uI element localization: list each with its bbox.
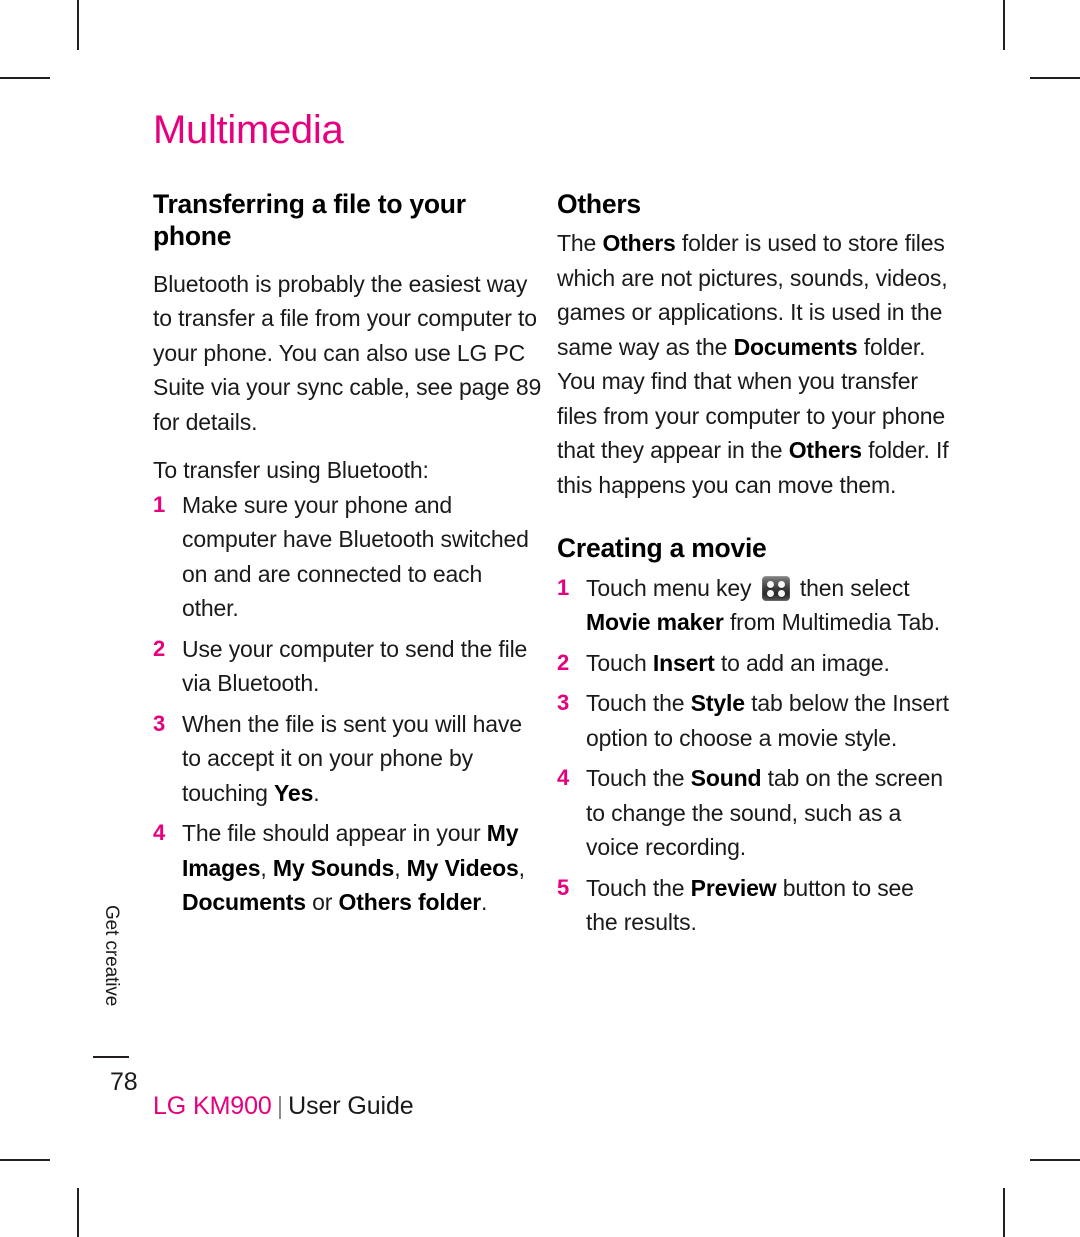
list-item: 3 Touch the Style tab below the Insert op… <box>557 686 949 755</box>
crop-mark-top-left-vertical <box>77 0 79 50</box>
body-text: The file should appear in your <box>182 820 487 847</box>
footer-separator: | <box>276 1092 284 1120</box>
body-text: Make sure your phone and computer have B… <box>182 491 529 622</box>
list-item: 2 Use your computer to send the file via … <box>153 632 545 701</box>
emphasis-text: My Videos <box>406 854 519 881</box>
list-item: 1 Touch menu key then select Movie maker … <box>557 571 949 640</box>
step-number: 3 <box>153 710 166 736</box>
lead-in-text: To transfer using Bluetooth: <box>153 457 429 484</box>
crop-mark-bottom-left-horizontal <box>0 1159 50 1161</box>
body-text: Touch menu key <box>586 574 758 601</box>
list-item: 3 When the file is sent you will have to … <box>153 707 545 811</box>
body-text: The <box>557 230 603 257</box>
creating-movie-steps-list: 1 Touch menu key then select Movie maker … <box>557 571 949 940</box>
list-item: 1 Make sure your phone and computer have … <box>153 488 545 626</box>
others-paragraph: The Others folder is used to store files… <box>557 226 949 502</box>
page-number: 78 <box>110 1068 138 1096</box>
section-heading-others: Others <box>557 189 641 219</box>
step-number: 1 <box>557 574 570 600</box>
side-rule-divider <box>93 1056 129 1058</box>
emphasis-text: My Sounds <box>272 854 395 881</box>
emphasis-text: Documents <box>733 333 858 360</box>
body-text: from Multimedia Tab. <box>723 609 940 636</box>
body-text: Touch the <box>586 874 691 901</box>
footer-doc-type: User Guide <box>288 1092 414 1120</box>
user-guide-page: Multimedia Transferring a file to your p… <box>0 0 1080 1237</box>
body-text: to add an image. <box>714 649 890 676</box>
crop-mark-top-left-horizontal <box>0 77 50 79</box>
list-item: 2 Touch Insert to add an image. <box>557 646 949 681</box>
emphasis-text: Sound <box>690 765 762 792</box>
emphasis-text: Preview <box>690 874 777 901</box>
body-text: Touch the <box>586 690 691 717</box>
list-item: 5 Touch the Preview button to see the res… <box>557 871 949 940</box>
body-text: , <box>518 854 525 881</box>
emphasis-text: Others folder <box>338 889 482 916</box>
crop-mark-top-right-horizontal <box>1030 77 1080 79</box>
body-text: . <box>313 779 320 806</box>
section-heading-transferring-a-file: Transferring a file to your phone <box>153 189 466 252</box>
body-text: then select <box>793 574 910 601</box>
body-text: Use your computer to send the file via B… <box>182 635 528 697</box>
left-column: Transferring a file to your phone Blueto… <box>153 188 545 926</box>
emphasis-text: Documents <box>182 889 306 916</box>
step-number: 2 <box>557 649 570 675</box>
step-number: 1 <box>153 491 166 517</box>
step-number: 2 <box>153 635 166 661</box>
emphasis-text: Yes <box>274 779 314 806</box>
list-item: 4 Touch the Sound tab on the screen to ch… <box>557 761 949 865</box>
footer: LG KM900 | User Guide <box>153 1092 414 1121</box>
emphasis-text: Insert <box>652 649 715 676</box>
body-text: , <box>260 854 273 881</box>
body-text: , <box>394 854 407 881</box>
body-text: When the file is sent you will have to a… <box>182 710 522 806</box>
footer-brand: LG KM900 <box>153 1092 272 1120</box>
side-running-head: Get creative <box>101 905 122 1007</box>
crop-mark-bottom-left-vertical <box>77 1188 79 1237</box>
right-column: Others The Others folder is used to stor… <box>557 188 949 946</box>
crop-mark-bottom-right-horizontal <box>1030 1159 1080 1161</box>
body-text: Touch the <box>586 765 691 792</box>
emphasis-text: Style <box>690 690 745 717</box>
chapter-title: Multimedia <box>153 108 344 152</box>
emphasis-text: Others <box>602 230 676 257</box>
step-number: 4 <box>557 765 570 791</box>
transfer-steps-list: 1 Make sure your phone and computer have … <box>153 488 545 920</box>
body-text: Touch <box>586 649 653 676</box>
crop-mark-top-right-vertical <box>1003 0 1005 50</box>
intro-paragraph: Bluetooth is probably the easiest way to… <box>153 270 542 435</box>
menu-key-icon <box>761 575 790 601</box>
step-number: 4 <box>153 820 166 846</box>
body-text: or <box>305 889 339 916</box>
crop-mark-bottom-right-vertical <box>1003 1188 1005 1237</box>
emphasis-text: Others <box>788 437 862 464</box>
section-heading-creating-a-movie: Creating a movie <box>557 533 767 564</box>
step-number: 3 <box>557 690 570 716</box>
list-item: 4 The file should appear in your My Image… <box>153 816 545 920</box>
emphasis-text: Movie maker <box>586 609 724 636</box>
body-text: . <box>481 889 488 916</box>
step-number: 5 <box>557 874 570 900</box>
